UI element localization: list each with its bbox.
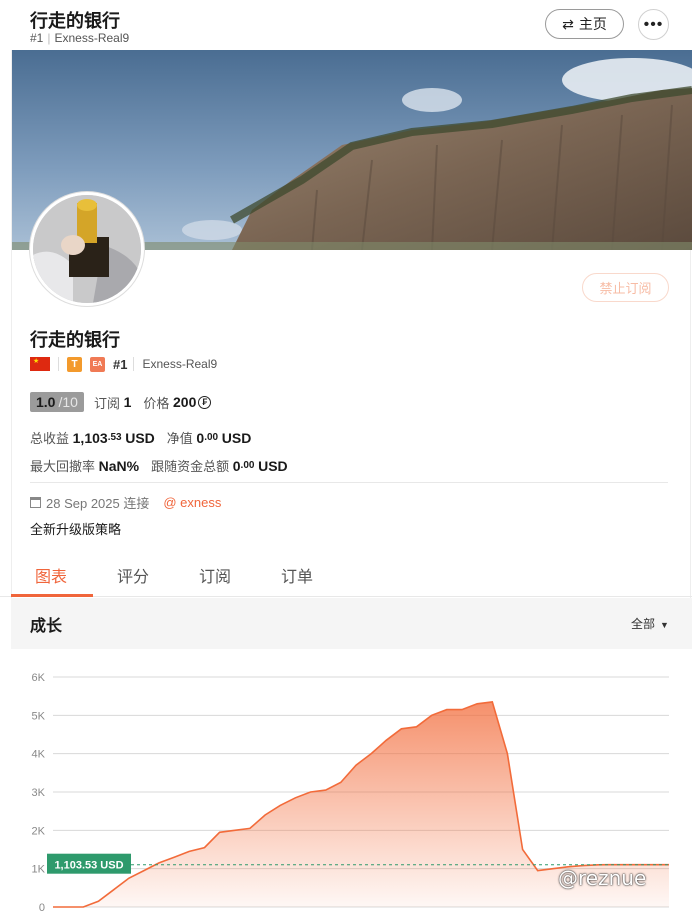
subscriptions-label: 订阅 [93,395,120,411]
active-tab-indicator [11,594,93,597]
page-subtitle: #1 | Exness-Real9 [30,31,130,45]
total-profit-value: 1,103 [72,429,108,446]
tab-chart[interactable]: 图表 [35,563,67,587]
y-tick-label: 0 [39,902,45,914]
price-value: 200 [173,394,197,410]
calendar-icon [30,497,41,508]
y-tick-label: 5K [32,710,46,722]
trader-badge: T [67,356,82,372]
equity-label: 净值 [166,431,193,446]
tab-orders[interactable]: 订单 [281,563,313,587]
swap-icon: ⇄ [562,15,574,32]
rank-badge: #1 [113,356,128,372]
strategy-description: 全新升级版策略 [30,522,122,537]
watermark-text: @reznue [558,866,647,890]
home-button-label: 主页 [578,16,607,32]
signal-name: 行走的银行 [30,330,120,350]
profit-row: 总收益 1,103.53 USD 净值 0.00 USD [30,429,252,447]
avatar [30,192,144,306]
created-date: 28 Sep 2025 连接 [46,496,150,511]
price-label: 价格 [143,395,170,411]
unsubscribe-button[interactable]: 禁止订阅 [582,273,669,302]
server-text: Exness-Real9 [54,31,130,45]
max-drawdown-label: 最大回撤率 [30,459,96,474]
rank-text: #1 [30,31,44,45]
y-tick-label: 2K [32,825,46,837]
page-title: 行走的银行 [30,11,120,31]
more-dots-icon: ••• [643,15,664,33]
coin-icon: ₣ [198,395,212,409]
tab-subscriptions[interactable]: 订阅 [199,563,231,587]
follow-funds-value: 0 [232,457,241,474]
tab-rating[interactable]: 评分 [117,563,149,587]
tab-bar: 图表 评分 订阅 订单 [0,550,692,597]
growth-title: 成长 [30,618,63,635]
y-tick-label: 3K [32,787,46,799]
meta-row: 28 Sep 2025 连接 @ exness [30,493,221,512]
china-flag-icon: ★ [30,357,50,371]
y-tick-label: 6K [32,672,46,684]
total-profit-label: 总收益 [30,431,70,446]
equity-value: 0 [196,429,205,446]
home-button[interactable]: ⇄ 主页 [545,9,624,39]
drawdown-row: 最大回撤率 NaN% 跟随资金总额 0.00 USD [30,457,288,475]
max-drawdown-value: NaN% [98,457,140,474]
broker-link[interactable]: @ exness [163,495,221,510]
follow-funds-label: 跟随资金总额 [151,459,230,474]
current-value-label: 1,103.53 USD [54,860,123,872]
range-select[interactable]: 全部 ▼ [631,615,669,632]
y-tick-label: 4K [32,749,46,761]
chevron-down-icon: ▼ [660,620,669,630]
more-options-button[interactable]: ••• [638,9,669,40]
server-name: Exness-Real9 [142,357,218,371]
subscriptions-value: 1 [123,394,132,410]
score-row: 1.0/10 订阅 1 价格 200 ₣ [30,392,212,412]
ea-badge: EA [90,356,105,372]
divider [30,482,668,483]
badge-row: ★ T EA #1 Exness-Real9 [30,355,217,373]
top-bar: 行走的银行 #1 | Exness-Real9 ⇄ 主页 ••• [0,0,692,50]
score-badge: 1.0/10 [30,392,84,412]
y-tick-label: 1K [32,864,46,876]
